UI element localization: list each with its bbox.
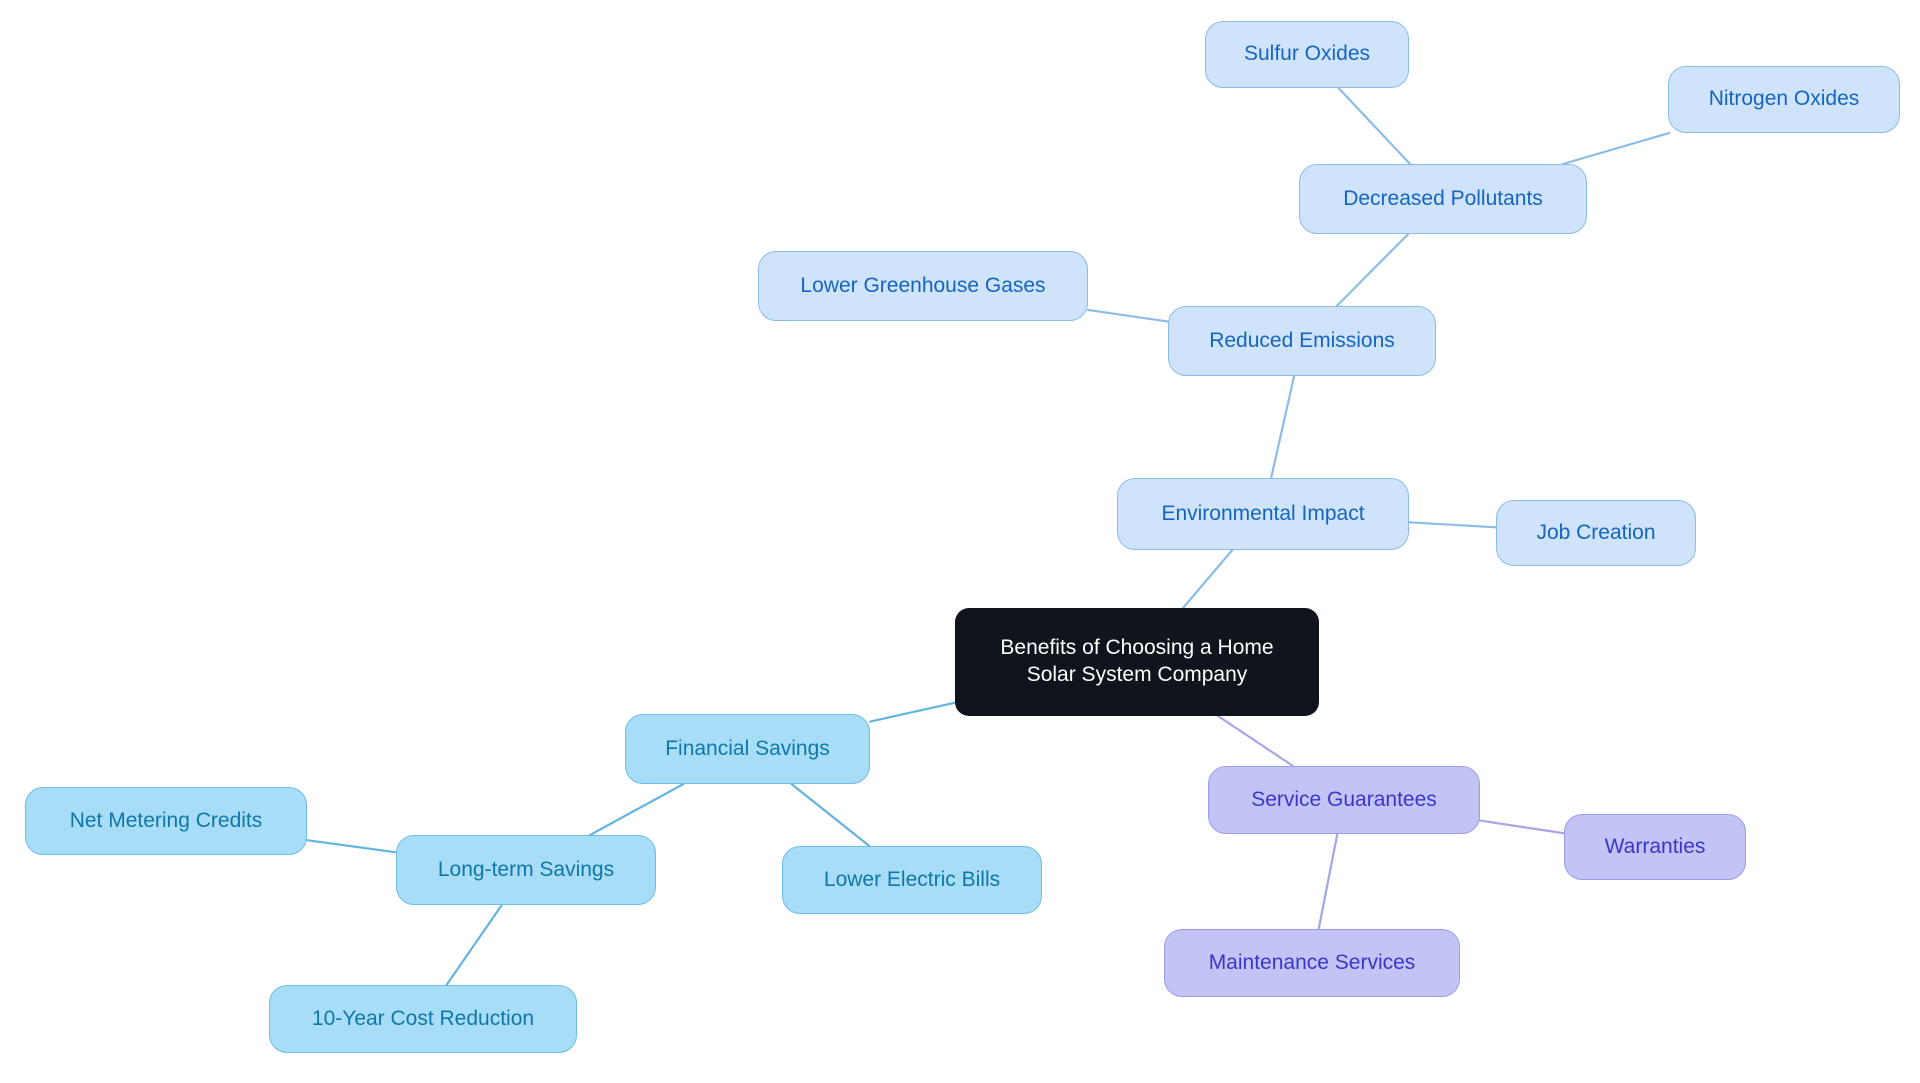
mindmap-node-financial-savings[interactable]: Financial Savings: [625, 714, 870, 784]
edge-long-term-savings-to-ten-year-cost-reduction: [445, 903, 503, 987]
mindmap-node-maintenance-services[interactable]: Maintenance Services: [1164, 929, 1460, 997]
mindmap-node-environmental-impact[interactable]: Environmental Impact: [1117, 478, 1409, 550]
mindmap-node-service-guarantees[interactable]: Service Guarantees: [1208, 766, 1480, 834]
edge-financial-savings-to-lower-electric-bills: [790, 782, 871, 848]
edge-decreased-pollutants-to-nitrogen-oxides: [1561, 131, 1671, 166]
mindmap-node-nitrogen-oxides[interactable]: Nitrogen Oxides: [1668, 66, 1900, 133]
mindmap-node-warranties[interactable]: Warranties: [1564, 814, 1746, 880]
mindmap-node-net-metering-credits[interactable]: Net Metering Credits: [25, 787, 307, 855]
mindmap-node-job-creation[interactable]: Job Creation: [1496, 500, 1696, 566]
edge-decreased-pollutants-to-sulfur-oxides: [1337, 86, 1412, 166]
edge-service-guarantees-to-maintenance-services: [1317, 832, 1339, 931]
mindmap-node-reduced-emissions[interactable]: Reduced Emissions: [1168, 306, 1436, 376]
mindmap-node-root[interactable]: Benefits of Choosing a Home Solar System…: [955, 608, 1319, 716]
edge-financial-savings-to-long-term-savings: [588, 782, 685, 837]
edge-root-to-financial-savings: [868, 701, 957, 723]
edge-environmental-impact-to-reduced-emissions: [1270, 374, 1296, 480]
edge-service-guarantees-to-warranties: [1478, 819, 1566, 835]
edge-environmental-impact-to-job-creation: [1407, 521, 1498, 529]
mindmap-node-long-term-savings[interactable]: Long-term Savings: [396, 835, 656, 905]
edge-reduced-emissions-to-decreased-pollutants: [1335, 232, 1410, 308]
mindmap-node-ten-year-cost-reduction[interactable]: 10-Year Cost Reduction: [269, 985, 577, 1053]
mindmap-canvas: Benefits of Choosing a Home Solar System…: [0, 0, 1920, 1083]
mindmap-node-decreased-pollutants[interactable]: Decreased Pollutants: [1299, 164, 1587, 234]
mindmap-node-lower-electric-bills[interactable]: Lower Electric Bills: [782, 846, 1042, 914]
mindmap-node-sulfur-oxides[interactable]: Sulfur Oxides: [1205, 21, 1409, 88]
mindmap-node-lower-greenhouse-gases[interactable]: Lower Greenhouse Gases: [758, 251, 1088, 321]
edge-long-term-savings-to-net-metering-credits: [305, 839, 398, 854]
edge-root-to-service-guarantees: [1216, 714, 1295, 768]
edge-root-to-environmental-impact: [1181, 548, 1234, 610]
edge-reduced-emissions-to-lower-greenhouse-gases: [1086, 308, 1170, 323]
